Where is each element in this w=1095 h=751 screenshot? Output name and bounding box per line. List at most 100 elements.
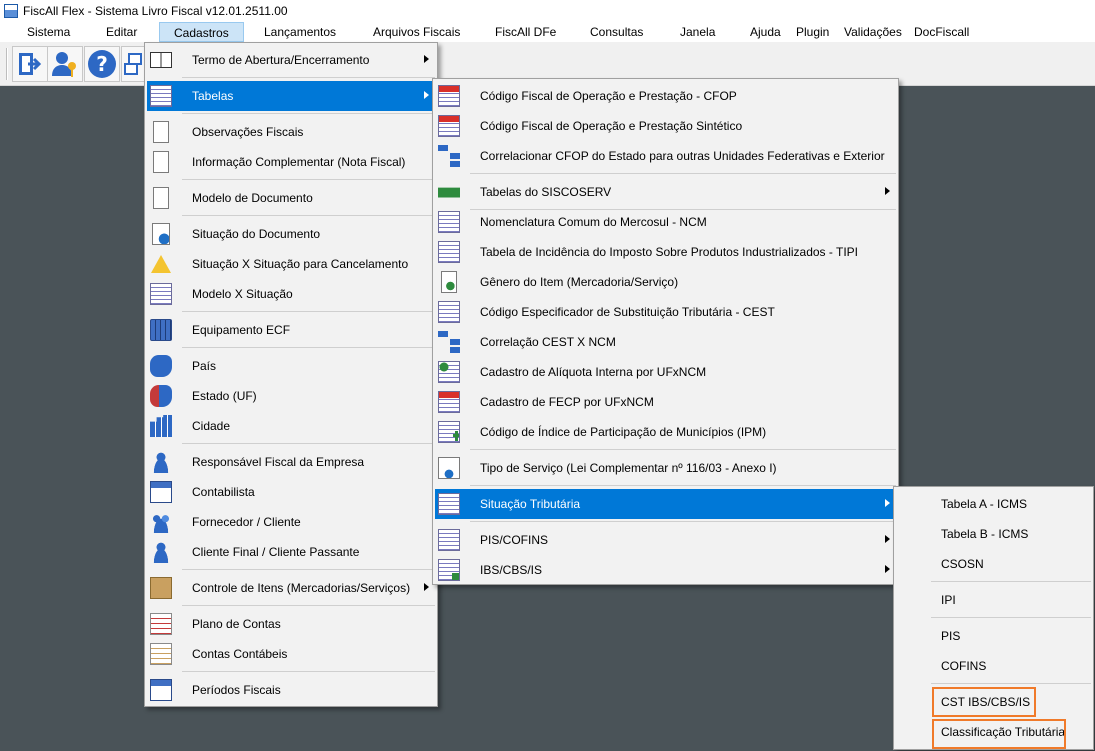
menu-item-ibs-cbs-is[interactable]: IBS/CBS/IS: [435, 555, 896, 585]
menu-item-modelo-documento[interactable]: Modelo de Documento: [147, 183, 435, 213]
menu-plugin[interactable]: Plugin: [796, 25, 829, 39]
exit-button[interactable]: [12, 46, 48, 82]
menu-separator: [931, 617, 1091, 618]
submenu-arrow-icon: [885, 565, 890, 573]
menu-item-cliente-final[interactable]: Cliente Final / Cliente Passante: [147, 537, 435, 567]
menu-item-genero-item[interactable]: Gênero do Item (Mercadoria/Serviço): [435, 267, 896, 297]
menu-item-label: Código Especificador de Substituição Tri…: [480, 305, 775, 319]
menu-item-label: Controle de Itens (Mercadorias/Serviços): [192, 581, 411, 595]
menu-cadastros[interactable]: Cadastros: [159, 22, 244, 42]
menu-item-label: Cadastro de FECP por UFxNCM: [480, 395, 654, 409]
menu-item-estado[interactable]: Estado (UF): [147, 381, 435, 411]
menu-item-cfop[interactable]: Código Fiscal de Operação e Prestação - …: [435, 81, 896, 111]
menu-item-label: Modelo X Situação: [192, 287, 293, 301]
menu-item-cest[interactable]: Código Especificador de Substituição Tri…: [435, 297, 896, 327]
menu-item-contabilista[interactable]: Contabilista: [147, 477, 435, 507]
table-cest-icon: [438, 301, 460, 323]
submenu-arrow-icon: [885, 499, 890, 507]
menu-janela[interactable]: Janela: [680, 25, 715, 39]
menu-item-label: Situação do Documento: [192, 227, 321, 241]
menu-item-cidade[interactable]: Cidade: [147, 411, 435, 441]
menu-item-periodos-fiscais[interactable]: Períodos Fiscais: [147, 675, 435, 705]
menu-item-pis[interactable]: PIS: [896, 621, 1091, 651]
menu-item-label: Tabela de Incidência do Imposto Sobre Pr…: [480, 245, 858, 259]
menu-separator: [470, 485, 896, 486]
table-icon: [150, 85, 172, 107]
menu-consultas[interactable]: Consultas: [590, 25, 643, 39]
menu-item-ipi[interactable]: IPI: [896, 585, 1091, 615]
menu-item-label: COFINS: [941, 659, 987, 673]
menu-item-tabela-a-icms[interactable]: Tabela A - ICMS: [896, 489, 1091, 519]
menu-item-controle-itens[interactable]: Controle de Itens (Mercadorias/Serviços): [147, 573, 435, 603]
svg-text:?: ?: [96, 52, 108, 76]
menu-separator: [182, 215, 435, 216]
menu-item-label: Observações Fiscais: [192, 125, 304, 139]
cadastros-menu: Termo de Abertura/Encerramento Tabelas O…: [144, 42, 438, 707]
document-icon: [153, 187, 169, 209]
money-icon: [441, 271, 457, 293]
menu-item-label: Código de Índice de Participação de Muni…: [480, 425, 767, 439]
menu-item-pais[interactable]: País: [147, 351, 435, 381]
menu-item-termo-abertura[interactable]: Termo de Abertura/Encerramento: [147, 45, 435, 75]
menu-item-situacao-tributaria[interactable]: Situação Tributária: [435, 489, 896, 519]
menu-item-situacao-cancelamento[interactable]: Situação X Situação para Cancelamento: [147, 249, 435, 279]
menu-item-label: Tabela A - ICMS: [941, 497, 1028, 511]
menu-item-cofins[interactable]: COFINS: [896, 651, 1091, 681]
table-icon: [438, 493, 460, 515]
menu-item-csosn[interactable]: CSOSN: [896, 549, 1091, 579]
menu-item-ncm[interactable]: Nomenclatura Comum do Mercosul - NCM: [435, 207, 896, 237]
menu-item-correlacionar-cfop[interactable]: Correlacionar CFOP do Estado para outras…: [435, 141, 896, 171]
window-button[interactable]: [121, 46, 145, 82]
menu-item-label: Cadastro de Alíquota Interna por UFxNCM: [480, 365, 707, 379]
menu-item-label: IBS/CBS/IS: [480, 563, 543, 577]
menu-item-label: Cidade: [192, 419, 231, 433]
menu-item-modelo-x-situacao[interactable]: Modelo X Situação: [147, 279, 435, 309]
box-icon: [150, 577, 172, 599]
menu-item-label: Tabelas: [192, 89, 234, 103]
tabelas-submenu: Código Fiscal de Operação e Prestação - …: [432, 78, 899, 585]
menu-validacoes[interactable]: Validações: [844, 25, 902, 39]
menu-arquivos-fiscais[interactable]: Arquivos Fiscais: [373, 25, 460, 39]
menu-item-label: Períodos Fiscais: [192, 683, 281, 697]
menu-item-cfop-sintetico[interactable]: Código Fiscal de Operação e Prestação Si…: [435, 111, 896, 141]
menu-separator: [182, 671, 435, 672]
menu-item-tipi[interactable]: Tabela de Incidência do Imposto Sobre Pr…: [435, 237, 896, 267]
calculator-icon: [150, 319, 172, 341]
menu-fiscall-dfe[interactable]: FiscAll DFe: [495, 25, 556, 39]
menu-item-pis-cofins[interactable]: PIS/COFINS: [435, 525, 896, 555]
menu-sistema[interactable]: Sistema: [27, 25, 70, 39]
menu-item-situacao-documento[interactable]: Situação do Documento: [147, 219, 435, 249]
help-button[interactable]: ?: [84, 46, 120, 82]
menu-item-equipamento-ecf[interactable]: Equipamento ECF: [147, 315, 435, 345]
menu-item-responsavel-fiscal[interactable]: Responsável Fiscal da Empresa: [147, 447, 435, 477]
menu-separator: [931, 581, 1091, 582]
menu-item-tabelas[interactable]: Tabelas: [147, 81, 435, 111]
menu-item-fornecedor-cliente[interactable]: Fornecedor / Cliente: [147, 507, 435, 537]
user-key-button[interactable]: [47, 46, 83, 82]
warning-icon: [151, 255, 171, 273]
menu-item-plano-contas[interactable]: Plano de Contas: [147, 609, 435, 639]
menu-item-siscoserv[interactable]: Tabelas do SISCOSERV: [435, 177, 896, 207]
exit-icon: [19, 53, 42, 75]
menu-item-aliquota-interna[interactable]: Cadastro de Alíquota Interna por UFxNCM: [435, 357, 896, 387]
menu-item-cest-ncm[interactable]: Correlação CEST X NCM: [435, 327, 896, 357]
menu-separator: [470, 521, 896, 522]
menu-item-contas-contabeis[interactable]: Contas Contábeis: [147, 639, 435, 669]
menu-item-label: IPI: [941, 593, 956, 607]
menu-item-observacoes-fiscais[interactable]: Observações Fiscais: [147, 117, 435, 147]
menu-lancamentos[interactable]: Lançamentos: [264, 25, 336, 39]
menu-item-tipo-servico[interactable]: Tipo de Serviço (Lei Complementar nº 116…: [435, 453, 896, 483]
app-logo-icon: [4, 4, 18, 18]
menu-item-fecp[interactable]: Cadastro de FECP por UFxNCM: [435, 387, 896, 417]
menu-item-tabela-b-icms[interactable]: Tabela B - ICMS: [896, 519, 1091, 549]
menu-ajuda[interactable]: Ajuda: [750, 25, 781, 39]
menu-editar[interactable]: Editar: [106, 25, 137, 39]
tree-icon: [438, 145, 460, 167]
menu-separator: [470, 173, 896, 174]
menu-item-label: CSOSN: [941, 557, 984, 571]
menu-item-label: Equipamento ECF: [192, 323, 291, 337]
menu-docfiscall[interactable]: DocFiscall: [914, 25, 969, 39]
submenu-arrow-icon: [885, 535, 890, 543]
menu-item-informacao-complementar[interactable]: Informação Complementar (Nota Fiscal): [147, 147, 435, 177]
menu-item-ipm[interactable]: Código de Índice de Participação de Muni…: [435, 417, 896, 447]
